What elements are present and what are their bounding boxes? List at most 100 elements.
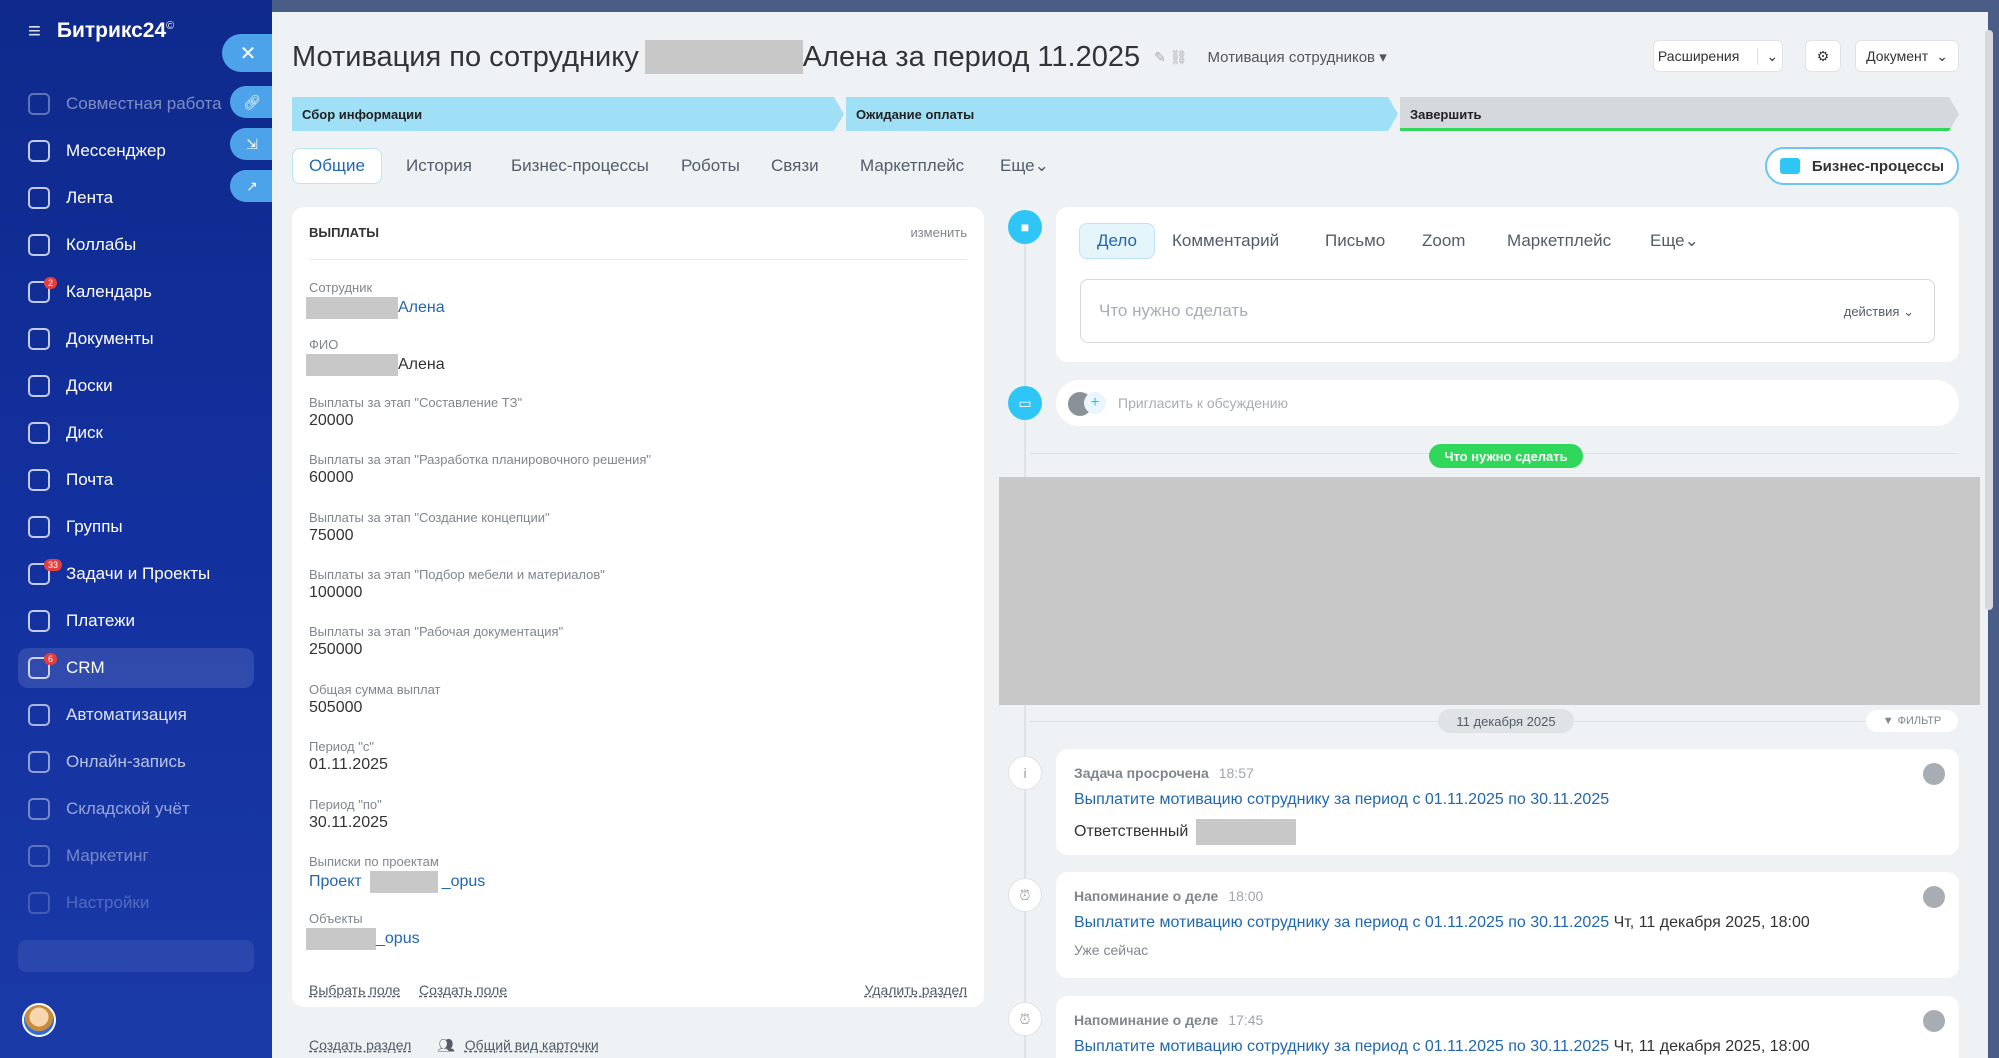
item-title: Задача просрочена [1074, 765, 1209, 781]
field-value: 505000 [309, 699, 362, 717]
tab-7[interactable]: Еще ⌄ [1000, 148, 1049, 184]
user-icon[interactable] [1923, 763, 1945, 785]
field-label: Объекты [309, 911, 363, 927]
tab-2[interactable]: История [406, 148, 472, 184]
nav-item[interactable]: Группы [18, 507, 254, 547]
nav-item[interactable]: Автоматизация [18, 695, 254, 735]
nav-item[interactable]: Документы [18, 319, 254, 359]
nav-item[interactable]: Онлайн-запись [18, 742, 254, 782]
tab-1[interactable]: Общие [292, 148, 382, 184]
stage-1[interactable]: Сбор информации [292, 97, 844, 131]
create-section-link[interactable]: Создать раздел [309, 1037, 411, 1053]
nav-item[interactable]: Совместная работа [18, 84, 254, 124]
nav-item-icon [28, 187, 50, 209]
nav-item[interactable]: Доски [18, 366, 254, 406]
alarm-clock-icon: ⏰︎ [1008, 1002, 1042, 1036]
card-view-link[interactable]: 👥︎ Общий вид карточки [437, 1037, 599, 1054]
nav-item[interactable]: Платежи [18, 601, 254, 641]
nav-item-label: Совместная работа [66, 94, 222, 113]
minimize-button[interactable]: ⇲ [230, 128, 274, 160]
nav-item[interactable]: Складской учёт [18, 789, 254, 829]
category-label: Мотивация сотрудников [1207, 49, 1376, 66]
editor-tab-label: Комментарий [1172, 231, 1280, 250]
nav-item[interactable]: 6 CRM [18, 648, 254, 688]
nav-item[interactable]: Маркетинг [18, 836, 254, 876]
stage-2[interactable]: Ожидание оплаты [846, 97, 1398, 131]
user-icon[interactable] [1923, 1010, 1945, 1032]
editor-tab-3[interactable]: Письмо [1325, 223, 1385, 259]
invite-discussion-field[interactable]: + Пригласить к обсуждению [1056, 380, 1959, 426]
field-value[interactable]: _opus [306, 928, 420, 951]
editor-tab-2[interactable]: Комментарий [1172, 223, 1279, 259]
field-value: 60000 [309, 469, 354, 487]
nav-item[interactable]: Почта [18, 460, 254, 500]
create-field-link[interactable]: Создать поле [419, 982, 507, 998]
left-navigation: ≡ Битрикс24© Совместная работа Мессенджер… [0, 0, 272, 1058]
task-link[interactable]: Выплатите мотивацию сотруднику за период… [1074, 791, 1609, 809]
field-value-text: 100000 [309, 584, 363, 601]
actions-dropdown[interactable]: действия ⌄ [1844, 304, 1914, 320]
todo-input[interactable]: Что нужно сделать действия ⌄ [1080, 279, 1935, 343]
nav-item-label: Онлайн-запись [66, 752, 186, 771]
card-title: ВЫПЛАТЫ [309, 225, 379, 240]
app-logo[interactable]: ≡ Битрикс24© [28, 18, 174, 44]
field-label: Сотрудник [309, 280, 373, 295]
user-avatar[interactable] [22, 1003, 56, 1037]
nav-item[interactable]: Лента [18, 178, 254, 218]
user-icon[interactable] [1923, 886, 1945, 908]
card-view-label: Общий вид карточки [464, 1037, 599, 1053]
title-suffix: Алена за период 11.2025 [802, 40, 1141, 73]
filter-button[interactable]: ▼ ФИЛЬТР [1866, 710, 1958, 732]
menu-icon[interactable]: ≡ [28, 18, 41, 44]
settings-button[interactable]: ⚙ [1805, 40, 1841, 72]
tab-label: Общие [309, 156, 365, 175]
link-icon: 🔗︎ [243, 93, 261, 110]
field-value[interactable]: Проект _opus [309, 871, 485, 893]
card-edit-link[interactable]: изменить [910, 225, 967, 240]
item-title: Напоминание о деле [1074, 1012, 1219, 1028]
choose-field-link[interactable]: Выбрать поле [309, 982, 400, 998]
business-processes-button[interactable]: Бизнес-процессы [1765, 147, 1959, 185]
editor-tab-4[interactable]: Zoom [1422, 223, 1465, 259]
scrollbar[interactable] [1985, 30, 1993, 610]
nav-item-label: Диск [66, 423, 103, 442]
extensions-button[interactable]: Расширения ⌄ [1653, 40, 1783, 72]
task-link[interactable]: Выплатите мотивацию сотруднику за период… [1074, 914, 1609, 931]
editor-tab-6[interactable]: Еще ⌄ [1650, 223, 1699, 259]
add-participant-icon[interactable]: + [1084, 392, 1106, 414]
document-button[interactable]: Документ ⌄ [1855, 40, 1959, 72]
nav-item-label: Мессенджер [66, 141, 166, 160]
tab-6[interactable]: Маркетплейс [860, 148, 964, 184]
delete-section-link[interactable]: Удалить раздел [864, 982, 967, 998]
item-time: 17:45 [1228, 1012, 1264, 1028]
nav-item[interactable]: Диск [18, 413, 254, 453]
redacted-value [306, 928, 376, 951]
nav-item[interactable]: 33 Задачи и Проекты [18, 554, 254, 594]
nav-item[interactable]: 2 Календарь [18, 272, 254, 312]
nav-item-icon [28, 375, 50, 397]
editor-tab-5[interactable]: Маркетплейс [1507, 223, 1611, 259]
nav-item[interactable]: Мессенджер [18, 131, 254, 171]
tab-4[interactable]: Роботы [681, 148, 740, 184]
item-title: Напоминание о деле [1074, 888, 1219, 904]
field-label: Выплаты за этап "Составление ТЗ" [309, 394, 523, 410]
open-new-window-button[interactable]: ↗ [230, 170, 274, 202]
tab-3[interactable]: Бизнес-процессы [511, 148, 649, 184]
nav-item[interactable]: Настройки [18, 883, 254, 923]
field-value[interactable]: Алена [306, 297, 445, 319]
comment-icon: ▭ [1008, 386, 1042, 420]
tab-5[interactable]: Связи [771, 148, 819, 184]
reminder-date: Чт, 11 декабря 2025, 18:00 [1613, 914, 1810, 931]
category-selector[interactable]: Мотивация сотрудников ▾ [1208, 48, 1387, 66]
nav-item[interactable]: Коллабы [18, 225, 254, 265]
edit-title-icon[interactable]: ✎ ⛓ [1154, 49, 1187, 66]
task-link[interactable]: Выплатите мотивацию сотруднику за период… [1074, 1038, 1609, 1055]
field-label: ФИО [309, 337, 339, 353]
chevron-down-icon: ⌄ [1684, 231, 1699, 250]
editor-tab-1[interactable]: Дело [1079, 223, 1155, 259]
stage-3[interactable]: Завершить [1400, 97, 1959, 131]
nav-item-icon [28, 516, 50, 538]
close-slider-button[interactable]: ✕ [222, 34, 274, 72]
copy-link-button[interactable]: 🔗︎ [230, 86, 274, 118]
chevron-down-icon: ⌄ [1034, 156, 1049, 175]
